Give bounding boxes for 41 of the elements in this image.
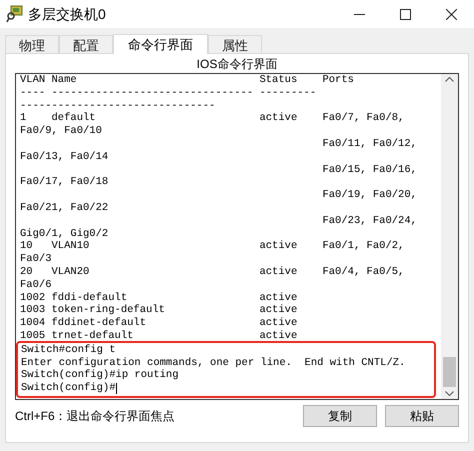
tab[interactable]: 物理	[5, 35, 59, 53]
terminal-line: Switch#config t	[21, 344, 117, 357]
panel-title: IOS命令行界面	[196, 56, 278, 73]
tab[interactable]: 配置	[59, 35, 113, 53]
maximize-icon	[400, 8, 410, 20]
action-button[interactable]: 复制	[303, 405, 377, 427]
terminal-line: Fa0/11, Fa0/12,	[321, 138, 418, 151]
scroll-up-icon	[445, 77, 454, 82]
terminal-line: Fa0/23, Fa0/24,	[321, 214, 418, 228]
terminal-line: Fa0/9, Fa0/10	[20, 125, 103, 138]
terminal-line: Fa0/19, Fa0/20,	[321, 189, 418, 202]
terminal-line: 1002 fddi-default active	[20, 292, 298, 304]
scroll-thumb[interactable]	[443, 357, 456, 387]
tab[interactable]: 属性	[208, 35, 262, 53]
terminal-line: 1 default active Fa0/7, Fa0/8,	[20, 112, 406, 125]
terminal-line: 10 VLAN10 active Fa0/1, Fa0/2,	[20, 240, 406, 253]
tab[interactable]: 命令行界面	[113, 34, 208, 54]
terminal-line: 20 VLAN20 active Fa0/4, Fa0/5,	[20, 266, 406, 279]
terminal-line: Fa0/15, Fa0/16,	[321, 164, 418, 176]
app-icon	[6, 5, 24, 23]
terminal-line: Fa0/13, Fa0/14	[20, 150, 110, 164]
terminal-line: VLAN Name Status Ports	[20, 74, 355, 87]
terminal-line: 1005 trnet-default active	[20, 330, 298, 343]
terminal-line: 1004 fddinet-default active	[20, 317, 298, 330]
text-cursor	[116, 383, 117, 394]
terminal-line: Fa0/6	[20, 278, 52, 292]
action-button[interactable]: 粘贴	[385, 405, 459, 427]
scroll-down-icon	[445, 391, 454, 396]
window-title: 多层交换机0	[28, 4, 106, 24]
terminal-line: -------------------------------	[20, 100, 216, 112]
terminal-line: Enter configuration commands, one per line. End with CNTL/Z.	[21, 356, 406, 369]
terminal-line: 1003 token-ring-default active	[20, 304, 298, 317]
terminal-line: Switch(config)#ip routing	[21, 369, 180, 382]
terminal-line: Switch(config)#	[21, 382, 118, 395]
shortcut-hint: Ctrl+F6：退出命令行界面焦点	[15, 408, 175, 425]
close-icon	[446, 8, 456, 20]
terminal-line: ---- -------------------------------- ---------	[20, 86, 318, 100]
terminal-line: Fa0/3	[20, 253, 53, 266]
terminal-line: Gig0/1, Gig0/2	[20, 228, 110, 240]
terminal-line: Fa0/21, Fa0/22	[20, 202, 110, 215]
terminal-line: Fa0/17, Fa0/18	[20, 176, 110, 190]
